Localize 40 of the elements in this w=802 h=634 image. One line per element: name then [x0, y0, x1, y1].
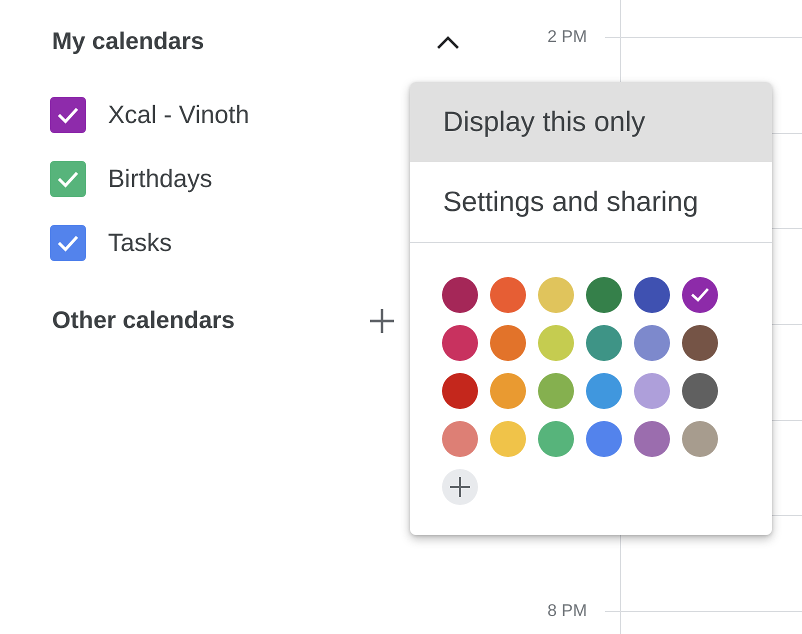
color-swatch[interactable]: [634, 325, 670, 361]
color-swatch[interactable]: [442, 373, 478, 409]
color-swatch[interactable]: [490, 373, 526, 409]
plus-icon: [369, 308, 395, 334]
color-swatch[interactable]: [538, 373, 574, 409]
color-swatch[interactable]: [442, 421, 478, 457]
color-swatch[interactable]: [442, 277, 478, 313]
chevron-icon: [436, 35, 460, 49]
color-swatch[interactable]: [538, 277, 574, 313]
color-swatch[interactable]: [634, 277, 670, 313]
color-swatch[interactable]: [682, 373, 718, 409]
calendar-checkbox[interactable]: [50, 97, 86, 133]
color-swatch[interactable]: [442, 325, 478, 361]
color-swatch[interactable]: [490, 325, 526, 361]
color-swatch[interactable]: [490, 277, 526, 313]
calendar-checkbox[interactable]: [50, 161, 86, 197]
menu-item[interactable]: Display this only: [410, 82, 772, 162]
color-swatch[interactable]: [682, 421, 718, 457]
color-swatch[interactable]: [634, 373, 670, 409]
calendar-name: Xcal - Vinoth: [108, 100, 250, 130]
color-swatch[interactable]: [538, 421, 574, 457]
plus-icon: [450, 477, 470, 497]
color-swatch[interactable]: [490, 421, 526, 457]
time-label: 8 PM: [547, 600, 587, 622]
color-swatch[interactable]: [586, 373, 622, 409]
menu-item[interactable]: Settings and sharing: [410, 162, 772, 242]
color-swatch[interactable]: [682, 325, 718, 361]
color-swatch[interactable]: [538, 325, 574, 361]
calendar-name: Tasks: [108, 228, 172, 258]
calendar-checkbox[interactable]: [50, 225, 86, 261]
color-swatch[interactable]: [682, 277, 718, 313]
color-swatch[interactable]: [586, 421, 622, 457]
time-label: 2 PM: [547, 26, 587, 48]
color-swatch[interactable]: [586, 325, 622, 361]
color-swatch[interactable]: [586, 277, 622, 313]
color-swatch[interactable]: [634, 421, 670, 457]
section-heading: Other calendars: [51, 307, 235, 335]
add-custom-color-button[interactable]: [442, 469, 478, 505]
calendar-name: Birthdays: [108, 164, 212, 194]
section-heading: My calendars: [51, 28, 204, 56]
